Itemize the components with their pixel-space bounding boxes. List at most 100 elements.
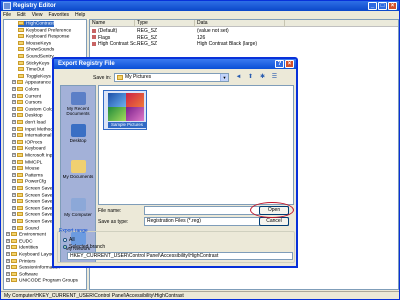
tree-item[interactable]: + Desktop	[12, 113, 43, 119]
expand-icon[interactable]: +	[6, 245, 10, 250]
tree-item[interactable]: + Screen Saver	[12, 205, 54, 212]
expand-icon[interactable]: +	[12, 100, 16, 105]
tree-item[interactable]: + Screen Saver	[12, 212, 54, 218]
tree-item[interactable]: + Keyboard	[12, 146, 46, 152]
tree-item[interactable]: HighContrast	[18, 21, 54, 27]
radio-all-circle[interactable]	[63, 237, 67, 242]
expand-icon[interactable]: +	[12, 126, 16, 131]
tree-item[interactable]: + Cursors	[12, 100, 42, 106]
save-in-dropdown[interactable]: My Pictures ▼	[114, 73, 229, 82]
tree-item[interactable]: + PowerCfg	[12, 179, 46, 185]
expand-icon[interactable]: +	[12, 186, 16, 190]
tree-item[interactable]: + Current	[12, 93, 41, 100]
radio-selected-branch[interactable]: Selected branch	[63, 244, 105, 250]
expand-icon[interactable]: +	[12, 153, 16, 157]
tree-item[interactable]: + MMCPL	[12, 159, 42, 166]
tree-item[interactable]: ToggleKeys	[18, 73, 51, 80]
expand-icon[interactable]: +	[12, 219, 16, 223]
expand-icon[interactable]: +	[12, 146, 16, 151]
expand-icon[interactable]: +	[6, 232, 10, 237]
tree-item[interactable]: StickyKeys	[18, 60, 49, 67]
close-button[interactable]: ×	[388, 2, 397, 10]
help-button[interactable]: ?	[275, 60, 284, 68]
tree-item[interactable]: + Screen Saver	[12, 219, 54, 225]
menu-file[interactable]: File	[3, 12, 11, 19]
up-folder-icon[interactable]: ⬆	[246, 73, 255, 82]
expand-icon[interactable]: +	[12, 80, 16, 85]
tree-item[interactable]: + International	[12, 133, 51, 139]
expand-icon[interactable]: +	[6, 265, 10, 270]
expand-icon[interactable]: +	[12, 205, 16, 210]
tree-item[interactable]: Keyboard Preference	[18, 27, 71, 34]
minimize-button[interactable]: _	[368, 2, 377, 10]
expand-icon[interactable]: +	[12, 172, 16, 177]
tree-item[interactable]: + Input Method	[12, 126, 53, 133]
tree-item[interactable]: + don't load	[12, 120, 46, 126]
place-item[interactable]: Desktop	[61, 124, 95, 143]
menu-edit[interactable]: Edit	[17, 12, 26, 19]
tree-item[interactable]: + Mouse	[12, 166, 39, 172]
tree-item[interactable]: + Custom Colors	[12, 106, 57, 113]
expand-icon[interactable]: +	[6, 278, 10, 283]
tree-item[interactable]: + Printers	[6, 258, 36, 265]
tree-item[interactable]: + Screen Saver	[12, 199, 54, 205]
column-header-data[interactable]: Data	[195, 20, 285, 27]
chevron-down-icon[interactable]: ▼	[220, 74, 228, 81]
dialog-titlebar[interactable]: Export Registry File ? ×	[54, 59, 296, 69]
expand-icon[interactable]: +	[6, 258, 10, 263]
expand-icon[interactable]: +	[12, 120, 16, 124]
window-titlebar[interactable]: Registry Editor _ □ ×	[1, 1, 399, 11]
radio-all[interactable]: All	[63, 237, 75, 243]
column-header-name[interactable]: Name	[90, 20, 135, 27]
place-item[interactable]: My Recent Documents	[61, 92, 95, 116]
tree-item[interactable]: + Appearance	[12, 80, 51, 86]
tree-item[interactable]: + Microsoft Inp	[12, 153, 52, 159]
tree-item[interactable]: + Screen Saver	[12, 192, 54, 199]
tree-item[interactable]: + Colors	[12, 87, 39, 93]
expand-icon[interactable]: +	[6, 271, 10, 276]
expand-icon[interactable]: +	[12, 199, 16, 204]
tree-item[interactable]: + Screen Saver	[12, 186, 54, 192]
maximize-button[interactable]: □	[378, 2, 387, 10]
expand-icon[interactable]: +	[12, 87, 16, 91]
expand-icon[interactable]: +	[12, 139, 16, 144]
tree-item[interactable]: ShowSounds	[18, 47, 54, 53]
expand-icon[interactable]: +	[12, 159, 16, 164]
tree-item[interactable]: MouseKeys	[18, 40, 51, 47]
tree-item[interactable]: SoundSentry	[18, 54, 54, 60]
menu-favorites[interactable]: Favorites	[48, 12, 69, 19]
tree-item[interactable]: + Sound	[12, 225, 39, 232]
tree-item[interactable]: + Software	[6, 271, 38, 278]
place-item[interactable]: My Computer	[61, 198, 95, 217]
tree-item[interactable]: + UNICODE Program Groups	[6, 278, 78, 284]
expand-icon[interactable]: +	[12, 212, 16, 217]
tree-item[interactable]: + Patterns	[12, 172, 43, 179]
list-row[interactable]: (Default) REG_SZ (value not set)	[90, 28, 398, 34]
expand-icon[interactable]: +	[12, 225, 16, 230]
expand-icon[interactable]: +	[6, 252, 10, 256]
expand-icon[interactable]: +	[6, 238, 10, 243]
expand-icon[interactable]: +	[12, 106, 16, 111]
tree-item[interactable]: + IOProcs	[12, 139, 42, 146]
tree-item[interactable]: + EUDC	[6, 238, 33, 245]
tree-item[interactable]: TimeOut	[18, 67, 44, 73]
column-header-type[interactable]: Type	[135, 20, 195, 27]
expand-icon[interactable]: +	[12, 113, 16, 118]
list-row[interactable]: Flags REG_SZ 126	[90, 35, 398, 41]
folder-thumbnail[interactable]: Sample Pictures	[103, 90, 147, 130]
cancel-button[interactable]: Cancel	[259, 217, 289, 226]
list-row[interactable]: High Contrast Sc... REG_SZ High Contrast B…	[90, 41, 398, 47]
tree-item[interactable]: + Keyboard Layout	[6, 252, 55, 258]
place-item[interactable]: My Documents	[61, 160, 95, 179]
tree-item[interactable]: + Environment	[6, 232, 46, 238]
dialog-close-button[interactable]: ×	[285, 60, 294, 68]
back-icon[interactable]: ◄	[234, 73, 243, 82]
tree-item[interactable]: Keyboard Response	[18, 34, 69, 40]
new-folder-icon[interactable]: ✱	[258, 73, 267, 82]
tree-item[interactable]: + Identities	[6, 245, 38, 251]
branch-input[interactable]: HKEY_CURRENT_USER\Control Panel\Accessib…	[67, 252, 293, 260]
expand-icon[interactable]: +	[12, 133, 16, 138]
file-list[interactable]: Sample Pictures	[98, 85, 294, 205]
menu-view[interactable]: View	[32, 12, 43, 19]
radio-selected-circle[interactable]	[63, 244, 67, 249]
